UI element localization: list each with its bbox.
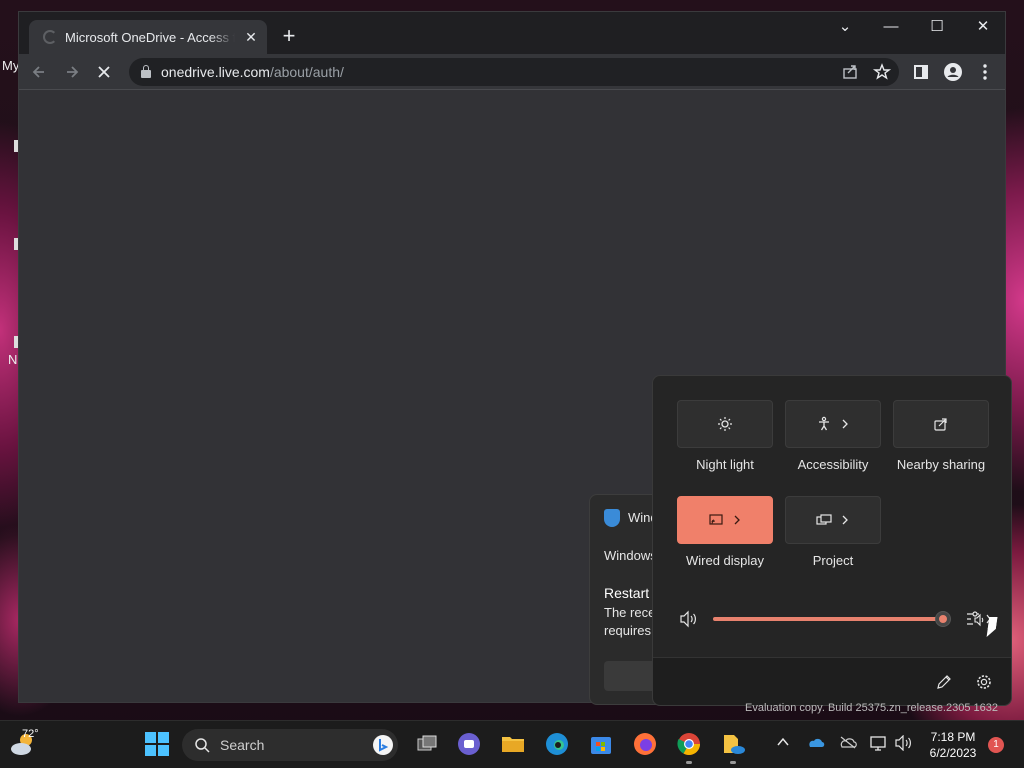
browser-toolbar: onedrive.live.com/about/auth/: [19, 54, 1005, 90]
project-icon: [816, 514, 832, 525]
firefox-icon[interactable]: [632, 731, 658, 757]
nearby-sharing-label: Nearby sharing: [896, 457, 986, 472]
quick-settings-footer: [653, 657, 1011, 705]
edge-icon[interactable]: [544, 731, 570, 757]
volume-slider-thumb[interactable]: [936, 612, 950, 626]
address-bar[interactable]: onedrive.live.com/about/auth/: [129, 58, 899, 86]
start-button[interactable]: [144, 731, 170, 757]
stop-loading-icon[interactable]: [93, 61, 115, 83]
project-label: Project: [812, 553, 854, 568]
maximize-button[interactable]: ☐: [915, 16, 959, 38]
windows-logo-icon: [145, 732, 169, 756]
file-explorer-icon[interactable]: [500, 731, 526, 757]
wired-display-toggle[interactable]: [677, 496, 773, 544]
sun-icon: [718, 417, 732, 431]
close-button[interactable]: ✕: [961, 16, 1005, 38]
desktop-icon-label[interactable]: My: [2, 58, 19, 73]
running-indicator: [730, 761, 736, 764]
loading-spinner-icon: [43, 30, 57, 44]
sound-output-icon[interactable]: [965, 610, 991, 628]
toast-body-line: requires: [604, 623, 651, 638]
task-view-icon[interactable]: [414, 731, 440, 757]
search-icon: [195, 738, 210, 753]
speaker-icon[interactable]: [895, 735, 913, 751]
menu-kebab-icon[interactable]: [974, 61, 996, 83]
edit-pencil-icon[interactable]: [935, 673, 953, 691]
share-icon: [934, 418, 947, 431]
taskbar: 72° Search 7:18 PM 6/2/2023 1: [0, 720, 1024, 768]
weather-temp: 72°: [22, 728, 39, 740]
chevron-right-icon[interactable]: [840, 418, 850, 430]
tab-close-icon[interactable]: ✕: [243, 29, 259, 46]
taskbar-search[interactable]: Search: [182, 729, 398, 761]
volume-slider-track[interactable]: [713, 617, 944, 621]
profile-icon[interactable]: [942, 61, 964, 83]
accessibility-toggle[interactable]: [785, 400, 881, 448]
network-icon[interactable]: [870, 735, 888, 751]
url-text[interactable]: onedrive.live.com/about/auth/: [161, 64, 344, 80]
volume-icon[interactable]: [679, 610, 699, 628]
evaluation-watermark: Evaluation copy. Build 25375.zn_release.…: [745, 702, 998, 714]
url-path: /about/auth/: [269, 64, 344, 80]
desktop-icon-label[interactable]: N: [8, 352, 17, 367]
bing-icon[interactable]: [372, 734, 394, 756]
night-light-label: Night light: [696, 457, 754, 472]
clock-time: 7:18 PM: [930, 730, 976, 744]
search-placeholder: Search: [220, 737, 265, 753]
tab-onedrive[interactable]: Microsoft OneDrive - Access files ✕: [29, 20, 267, 54]
tab-title: Microsoft OneDrive - Access files: [65, 29, 235, 45]
onedrive-paused-icon[interactable]: [838, 735, 858, 749]
chat-teams-icon[interactable]: [456, 731, 482, 757]
side-panel-icon[interactable]: [910, 61, 932, 83]
running-indicator: [686, 761, 692, 764]
url-host: onedrive.live.com: [161, 64, 270, 80]
project-toggle[interactable]: [785, 496, 881, 544]
notification-badge[interactable]: 1: [988, 737, 1004, 753]
toast-body-line: The rece: [604, 605, 656, 620]
settings-gear-icon[interactable]: [975, 673, 993, 691]
clock-date: 6/2/2023: [929, 746, 977, 760]
onedrive-cloud-icon[interactable]: [806, 735, 826, 749]
chevron-right-icon[interactable]: [732, 514, 742, 526]
accessibility-label: Accessibility: [797, 457, 869, 472]
tab-strip: Microsoft OneDrive - Access files ✕ + ⌄ …: [19, 12, 1005, 54]
weather-widget[interactable]: 72°: [8, 728, 39, 764]
wired-display-label: Wired display: [685, 553, 765, 568]
new-tab-button[interactable]: +: [277, 25, 301, 49]
windows-security-shield-icon: [604, 509, 620, 527]
lock-icon[interactable]: [141, 65, 151, 78]
chrome-icon[interactable]: [676, 731, 702, 757]
taskbar-clock[interactable]: 7:18 PM 6/2/2023: [920, 729, 986, 761]
toast-source: Windows: [604, 548, 657, 563]
cast-icon: [709, 514, 723, 525]
microsoft-store-icon[interactable]: [588, 731, 614, 757]
chevron-right-icon[interactable]: [840, 514, 850, 526]
night-light-toggle[interactable]: [677, 400, 773, 448]
accessibility-icon: [819, 416, 829, 431]
chevron-up-icon[interactable]: [776, 735, 790, 749]
quick-settings-panel: Night light Accessibility Nearby sharing…: [652, 375, 1012, 706]
forward-icon[interactable]: [61, 61, 83, 83]
bookmark-star-icon[interactable]: [871, 61, 893, 83]
toast-heading: Restart t: [604, 585, 657, 601]
onedrive-folder-icon[interactable]: [720, 731, 746, 757]
back-icon[interactable]: [29, 61, 51, 83]
nearby-sharing-toggle[interactable]: [893, 400, 989, 448]
tab-search-button[interactable]: ⌄: [823, 16, 867, 38]
minimize-button[interactable]: —: [869, 16, 913, 38]
share-icon[interactable]: [839, 61, 861, 83]
